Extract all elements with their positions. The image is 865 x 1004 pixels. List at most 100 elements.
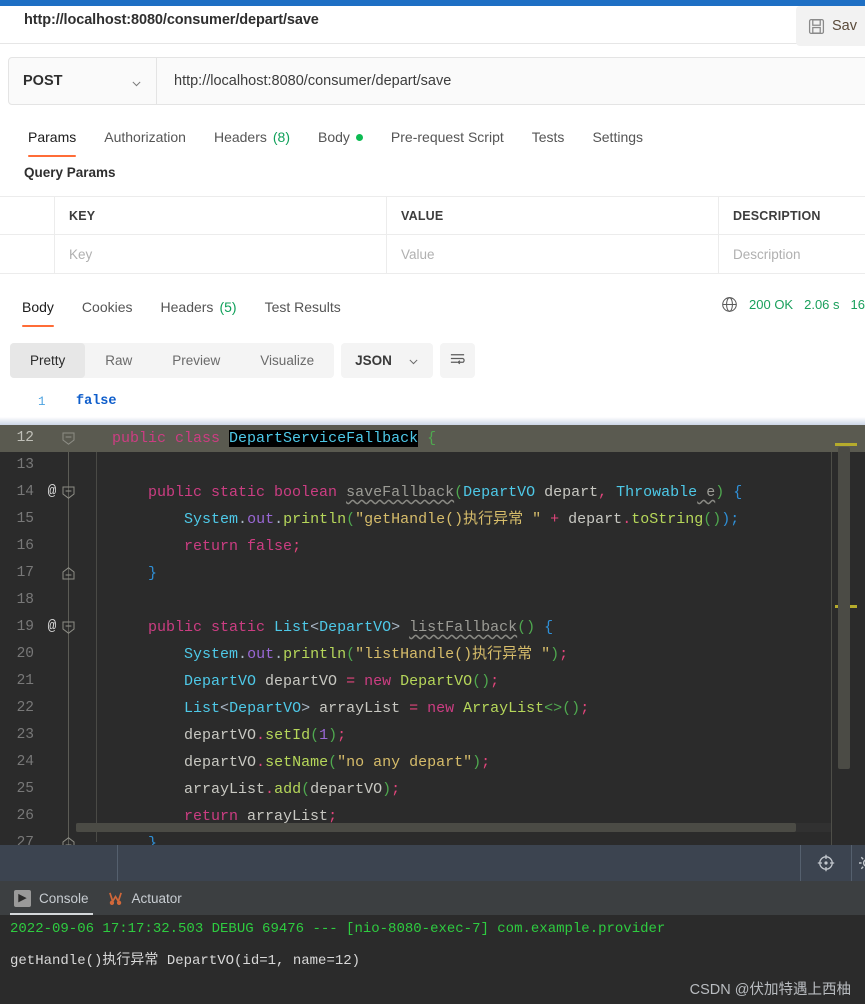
status-divider-2 xyxy=(800,845,801,881)
editor-line[interactable]: 17 } xyxy=(0,560,865,587)
save-button[interactable]: Sav xyxy=(796,6,865,46)
url-input[interactable]: http://localhost:8080/consumer/depart/sa… xyxy=(157,58,865,104)
editor-horizontal-scrollbar-thumb[interactable] xyxy=(76,823,796,832)
tab-settings-label: Settings xyxy=(592,129,644,145)
editor-line[interactable]: 14 @ public static boolean saveFallback(D… xyxy=(0,479,865,506)
view-mode-visualize[interactable]: Visualize xyxy=(240,343,334,378)
editor-line[interactable]: 22 List<DepartVO> arrayList = new ArrayL… xyxy=(0,695,865,722)
code-text: public static List<DepartVO> listFallbac… xyxy=(148,619,554,636)
editor-line[interactable]: 20 System.out.println("listHandle()执行异常 … xyxy=(0,641,865,668)
editor-line[interactable]: 24 departVO.setName("no any depart"); xyxy=(0,749,865,776)
code-text: public static boolean saveFallback(Depar… xyxy=(148,484,743,501)
line-number: 26 xyxy=(16,808,34,824)
editor-line[interactable]: 15 System.out.println("getHandle()执行异常 "… xyxy=(0,506,865,533)
crosshair-icon[interactable] xyxy=(817,854,835,872)
editor-line[interactable]: 23 departVO.setId(1); xyxy=(0,722,865,749)
response-time: 2.06 s xyxy=(804,297,840,312)
gear-icon[interactable] xyxy=(858,854,865,872)
editor-line[interactable]: 21 DepartVO departVO = new DepartVO(); xyxy=(0,668,865,695)
response-size: 16 xyxy=(850,297,865,312)
tab-tests[interactable]: Tests xyxy=(518,122,579,152)
query-params-title: Query Params xyxy=(24,165,116,180)
watermark: CSDN @伏加特遇上西柚 xyxy=(689,982,851,998)
word-wrap-button[interactable] xyxy=(439,343,475,378)
method-select[interactable]: POST xyxy=(9,58,157,104)
status-code: 200 OK xyxy=(749,297,794,312)
request-section-tabs: Params Authorization Headers (8) Body Pr… xyxy=(0,122,865,157)
key-input[interactable]: Key xyxy=(55,235,387,273)
code-text: System.out.println("listHandle()执行异常 "); xyxy=(184,646,569,663)
code-text: return false; xyxy=(184,538,302,555)
line-number: 12 xyxy=(16,430,34,446)
request-tab-bar: http://localhost:8080/consumer/depart/sa… xyxy=(0,6,865,46)
line-number: 22 xyxy=(16,700,34,716)
console-log-line-2: getHandle()执行异常 DepartVO(id=1, name=12) xyxy=(10,953,361,969)
code-text: DepartVO departVO = new DepartVO(); xyxy=(184,673,500,690)
editor-line[interactable]: 18 xyxy=(0,587,865,614)
line-number: 18 xyxy=(16,592,34,608)
annotation-gutter-icon[interactable]: @ xyxy=(44,479,60,506)
save-disk-icon xyxy=(808,18,825,35)
editor-marker-top[interactable] xyxy=(835,443,857,446)
editor-lines: 12 public class DepartServiceFallback {1… xyxy=(0,425,865,857)
annotation-gutter-icon[interactable]: @ xyxy=(44,614,60,641)
editor-line[interactable]: 16 return false; xyxy=(0,533,865,560)
code-fold-icon[interactable] xyxy=(62,432,75,445)
line-number: 21 xyxy=(16,673,34,689)
editor-line[interactable]: 25 arrayList.add(departVO); xyxy=(0,776,865,803)
tab-pre-request-script[interactable]: Pre-request Script xyxy=(377,122,518,152)
line-number: 24 xyxy=(16,754,34,770)
line-number: 23 xyxy=(16,727,34,743)
code-fold-icon[interactable] xyxy=(62,486,75,499)
response-body-viewer[interactable]: 1 false xyxy=(0,392,865,419)
console-log-line-1: 2022-09-06 17:17:32.503 DEBUG 69476 --- … xyxy=(10,921,666,937)
code-fold-icon[interactable] xyxy=(62,621,75,634)
code-editor[interactable]: 12 public class DepartServiceFallback {1… xyxy=(0,425,865,852)
tab-actuator[interactable]: Actuator xyxy=(107,881,182,915)
header-cell-value: VALUE xyxy=(387,197,719,234)
status-divider-1 xyxy=(117,845,118,881)
chevron-down-icon xyxy=(131,76,142,87)
globe-icon[interactable] xyxy=(721,296,738,313)
line-number: 14 xyxy=(16,484,34,500)
tab-params[interactable]: Params xyxy=(14,122,90,157)
editor-line[interactable]: 13 xyxy=(0,452,865,479)
line-number: 15 xyxy=(16,511,34,527)
view-mode-preview[interactable]: Preview xyxy=(152,343,240,378)
tab-authorization-label: Authorization xyxy=(104,129,186,145)
tab-actuator-label: Actuator xyxy=(131,890,182,906)
editor-line[interactable]: 12 public class DepartServiceFallback { xyxy=(0,425,865,452)
tab-params-label: Params xyxy=(28,129,77,145)
description-input[interactable]: Description xyxy=(719,235,865,273)
format-select[interactable]: JSON xyxy=(341,343,433,378)
tab-test-results[interactable]: Test Results xyxy=(251,292,355,322)
tab-authorization[interactable]: Authorization xyxy=(90,122,200,152)
code-text: departVO.setName("no any depart"); xyxy=(184,754,491,771)
value-input[interactable]: Value xyxy=(387,235,719,273)
tab-pre-request-script-label: Pre-request Script xyxy=(390,129,504,145)
open-tab-title[interactable]: http://localhost:8080/consumer/depart/sa… xyxy=(24,12,319,28)
status-divider-3 xyxy=(851,845,852,881)
tab-response-cookies[interactable]: Cookies xyxy=(68,292,147,322)
body-present-dot-icon xyxy=(355,133,363,141)
editor-line[interactable]: 19 @ public static List<DepartVO> listFal… xyxy=(0,614,865,641)
tab-headers[interactable]: Headers (8) xyxy=(200,122,304,152)
tab-console[interactable]: ▶ Console xyxy=(10,881,93,915)
line-number: 25 xyxy=(16,781,34,797)
view-mode-raw[interactable]: Raw xyxy=(85,343,152,378)
tab-response-body[interactable]: Body xyxy=(8,292,68,327)
tab-body[interactable]: Body xyxy=(304,122,377,152)
code-text: System.out.println("getHandle()执行异常 " + … xyxy=(184,511,740,528)
tab-headers-label: Headers xyxy=(213,129,267,145)
view-mode-pretty[interactable]: Pretty xyxy=(10,343,86,378)
row-checkbox-cell[interactable] xyxy=(0,235,55,273)
request-url-bar: POST http://localhost:8080/consumer/depa… xyxy=(8,57,865,105)
tab-response-headers[interactable]: Headers (5) xyxy=(147,292,251,322)
code-text: public class DepartServiceFallback { xyxy=(112,430,437,447)
tab-headers-count: (8) xyxy=(272,129,290,145)
editor-vertical-scrollbar[interactable] xyxy=(838,447,850,769)
tab-settings[interactable]: Settings xyxy=(578,122,657,152)
code-fold-icon[interactable] xyxy=(62,567,75,580)
console-output[interactable]: 2022-09-06 17:17:32.503 DEBUG 69476 --- … xyxy=(0,915,865,1004)
intellij-panel: 12 public class DepartServiceFallback {1… xyxy=(0,425,865,1004)
